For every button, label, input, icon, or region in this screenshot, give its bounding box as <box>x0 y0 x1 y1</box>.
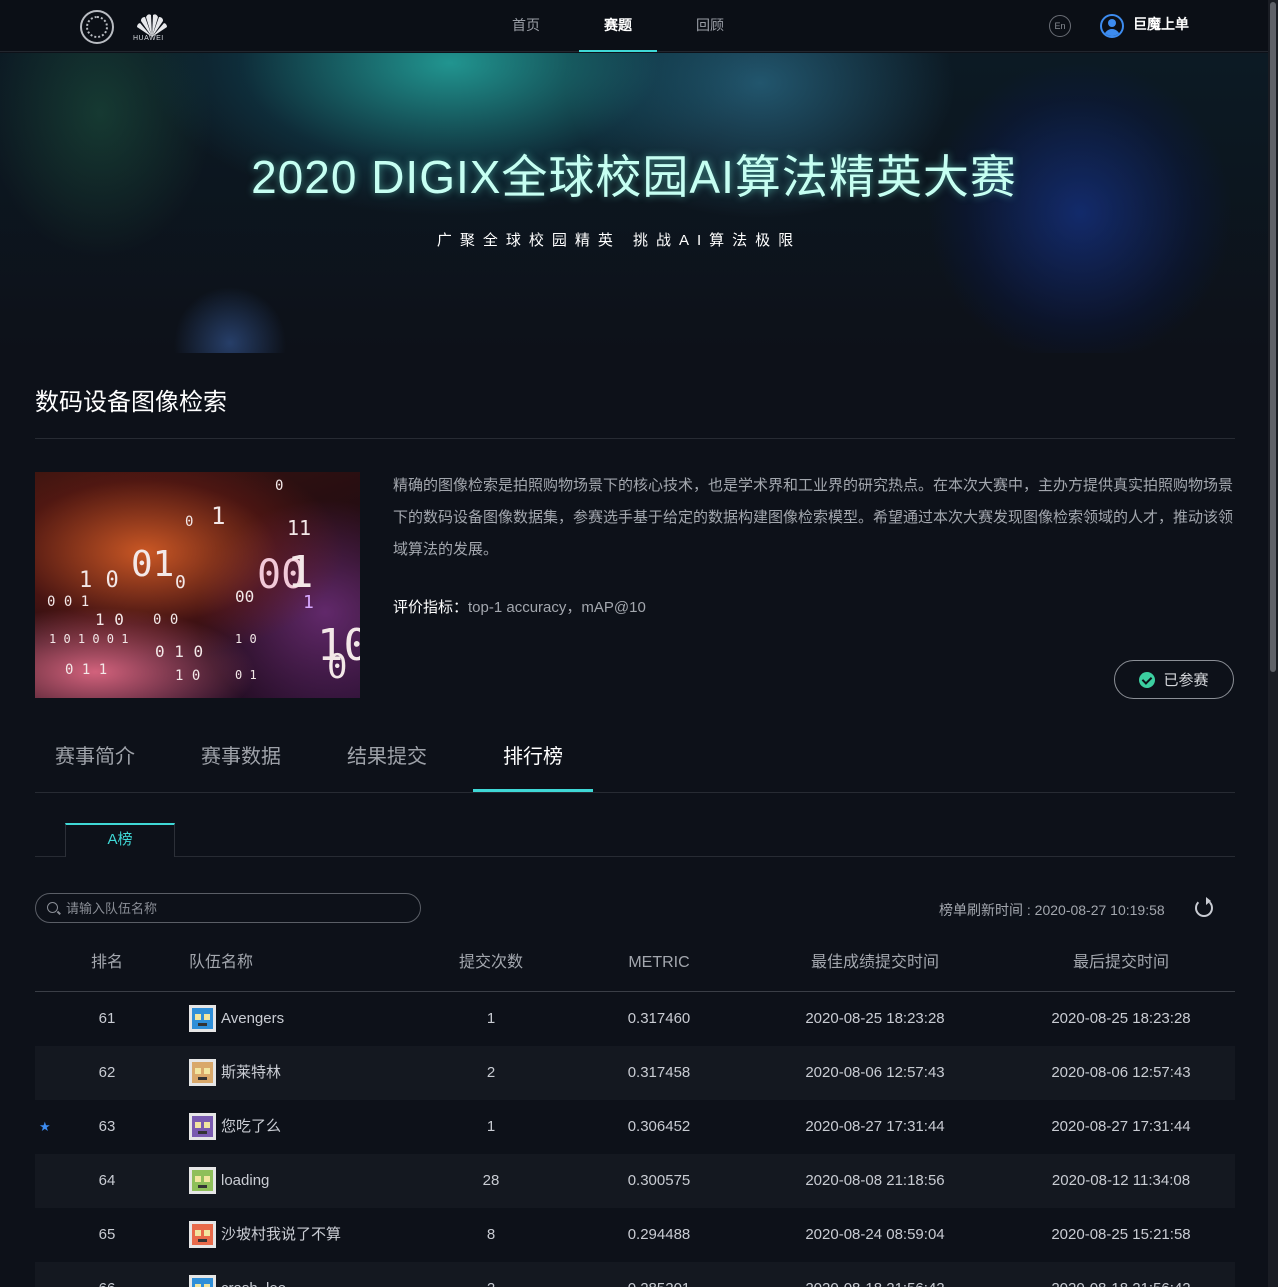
cell-best-time: 2020-08-18 21:56:42 <box>775 1262 975 1287</box>
banner-title: 2020 DIGIX全球校园AI算法精英大赛 <box>251 151 1017 203</box>
cell-count: 1 <box>486 1118 496 1135</box>
hero-banner: 2020 DIGIX全球校园AI算法精英大赛 广聚全球校园精英 挑战AI算法极限 <box>0 53 1268 353</box>
cell-count: 2 <box>486 1064 496 1081</box>
cell-best-time: 2020-08-06 12:57:43 <box>805 1064 945 1081</box>
cell-metric: 0.317458 <box>627 1064 691 1081</box>
cell-best-time: 2020-08-27 17:31:44 <box>805 1118 945 1135</box>
refresh-time: 榜单刷新时间 : 2020-08-27 10:19:58 <box>939 902 1165 918</box>
cell-rank: 66 <box>82 1262 132 1287</box>
main-menu: 首页 赛题 回顾 <box>480 0 756 52</box>
cell-count: 28 <box>482 1172 500 1189</box>
competition-cover-image: 0 1 0 11 01 00 1 1 0 0 00 0 0 1 1 0 0 0 … <box>35 472 360 698</box>
cell-best-time: 2020-08-24 08:59:04 <box>805 1226 945 1243</box>
metric-label: 评价指标： <box>393 599 469 616</box>
nav-topics[interactable]: 赛题 <box>572 0 664 52</box>
header-best-time: 最佳成绩提交时间 <box>810 954 939 971</box>
table-row: 64 loading 28 0.300575 2020-08-08 21:18:56 20… <box>35 1154 1235 1208</box>
cell-count: 2 <box>431 1262 551 1287</box>
competition-description: 精确的图像检索是拍照购物场景下的核心技术，也是学术界和工业界的研究热点。在本次大… <box>393 477 1234 558</box>
header-team: 队伍名称 <box>189 954 254 971</box>
page-title: 数码设备图像检索 <box>35 389 227 416</box>
cell-last-time: 2020-08-18 21:56:42 <box>1021 1262 1221 1287</box>
tab-data[interactable]: 赛事数据 <box>201 730 281 792</box>
cell-rank: 64 <box>98 1172 116 1189</box>
tab-overview[interactable]: 赛事简介 <box>55 730 135 792</box>
cell-team-name[interactable]: 沙坡村我说了不算 <box>221 1208 341 1262</box>
metric-value: top-1 accuracy，mAP@10 <box>468 599 646 616</box>
cell-metric: 0.317460 <box>627 1010 691 1027</box>
cell-count: 1 <box>486 1010 496 1027</box>
username[interactable]: 巨魔上单 <box>1133 14 1189 34</box>
header-last-time: 最后提交时间 <box>1072 954 1169 971</box>
table-row: 61 Avengers 1 0.317460 2020-08-25 18:23:28 20… <box>35 992 1235 1046</box>
leaderboard-subtabs: A榜 <box>35 823 1235 857</box>
page-scrollbar[interactable] <box>1268 0 1278 1287</box>
scrollbar-thumb[interactable] <box>1270 2 1276 672</box>
university-emblem-icon[interactable] <box>80 10 114 44</box>
table-body: 61 Avengers 1 0.317460 2020-08-25 18:23:28 20… <box>35 992 1235 1287</box>
tab-leaderboard[interactable]: 排行榜 <box>473 730 593 792</box>
table-row: ★ 63 您吃了么 1 0.306452 2020-08-27 17:31:44 2020-… <box>35 1100 1235 1154</box>
check-circle-icon <box>1139 671 1156 688</box>
cell-metric: 0.306452 <box>627 1118 691 1135</box>
cell-metric: 0.285201 <box>599 1262 719 1287</box>
table-row: 66 crash_lee 2 0.285201 2020-08-18 21:56:42 2… <box>35 1262 1235 1287</box>
refresh-icon[interactable] <box>1195 897 1213 917</box>
joined-button[interactable]: 已参赛 <box>1114 660 1234 699</box>
subtab-a-board[interactable]: A榜 <box>65 823 175 857</box>
team-avatar-icon <box>189 1113 216 1140</box>
cell-last-time: 2020-08-12 11:34:08 <box>1051 1172 1191 1189</box>
team-avatar-icon <box>189 1275 216 1287</box>
huawei-wordmark: HUAWEI <box>133 35 164 42</box>
cell-last-time: 2020-08-25 18:23:28 <box>1051 1010 1191 1027</box>
evaluation-metric: 评价指标：top-1 accuracy，mAP@10 <box>393 596 646 617</box>
cell-rank: 62 <box>98 1064 116 1081</box>
banner-subtitle: 广聚全球校园精英 挑战AI算法极限 <box>436 232 802 249</box>
header-count: 提交次数 <box>458 954 523 971</box>
cell-rank: 65 <box>98 1226 116 1243</box>
cell-rank: 63 <box>98 1118 116 1135</box>
table-row: 65 沙坡村我说了不算 8 0.294488 2020-08-24 08:59:04 20… <box>35 1208 1235 1262</box>
language-switch-button[interactable]: En <box>1049 15 1071 37</box>
top-nav: HUAWEI 首页 赛题 回顾 En 巨魔上单 <box>0 0 1268 52</box>
tab-submit[interactable]: 结果提交 <box>347 730 427 792</box>
cell-team-name[interactable]: 您吃了么 <box>221 1100 281 1154</box>
cell-last-time: 2020-08-06 12:57:43 <box>1051 1064 1191 1081</box>
cell-team-name[interactable]: Avengers <box>221 992 284 1046</box>
header-metric: METRIC <box>628 954 690 971</box>
team-search-box[interactable] <box>35 893 421 923</box>
title-divider <box>35 438 1235 439</box>
team-avatar-icon <box>189 1221 216 1248</box>
star-icon: ★ <box>39 1119 51 1134</box>
team-avatar-icon <box>189 1167 216 1194</box>
cell-metric: 0.294488 <box>627 1226 691 1243</box>
nav-home[interactable]: 首页 <box>480 0 572 52</box>
search-input[interactable] <box>66 898 406 918</box>
header-rank: 排名 <box>90 954 123 971</box>
cell-team-name[interactable]: 斯莱特林 <box>221 1046 281 1100</box>
table-row: 62 斯莱特林 2 0.317458 2020-08-06 12:57:43 2020-0… <box>35 1046 1235 1100</box>
competition-tabs: 赛事简介 赛事数据 结果提交 排行榜 <box>35 730 1235 793</box>
cell-team-name[interactable]: loading <box>221 1154 269 1208</box>
nav-review[interactable]: 回顾 <box>664 0 756 52</box>
search-icon <box>47 902 58 913</box>
leaderboard-table: 排名 队伍名称 提交次数 METRIC 最佳成绩提交时间 最后提交时间 61 Av… <box>35 934 1235 1287</box>
user-avatar-icon[interactable] <box>1100 14 1124 38</box>
table-header: 排名 队伍名称 提交次数 METRIC 最佳成绩提交时间 最后提交时间 <box>35 934 1235 992</box>
cell-last-time: 2020-08-25 15:21:58 <box>1051 1226 1191 1243</box>
cell-last-time: 2020-08-27 17:31:44 <box>1051 1118 1191 1135</box>
joined-label: 已参赛 <box>1163 672 1209 689</box>
team-avatar-icon <box>189 1005 216 1032</box>
cell-best-time: 2020-08-25 18:23:28 <box>805 1010 945 1027</box>
cell-count: 8 <box>486 1226 496 1243</box>
team-avatar-icon <box>189 1059 216 1086</box>
cell-metric: 0.300575 <box>627 1172 691 1189</box>
cell-rank: 61 <box>98 1010 116 1027</box>
cell-team-name[interactable]: crash_lee <box>221 1262 286 1287</box>
cell-best-time: 2020-08-08 21:18:56 <box>805 1172 945 1189</box>
